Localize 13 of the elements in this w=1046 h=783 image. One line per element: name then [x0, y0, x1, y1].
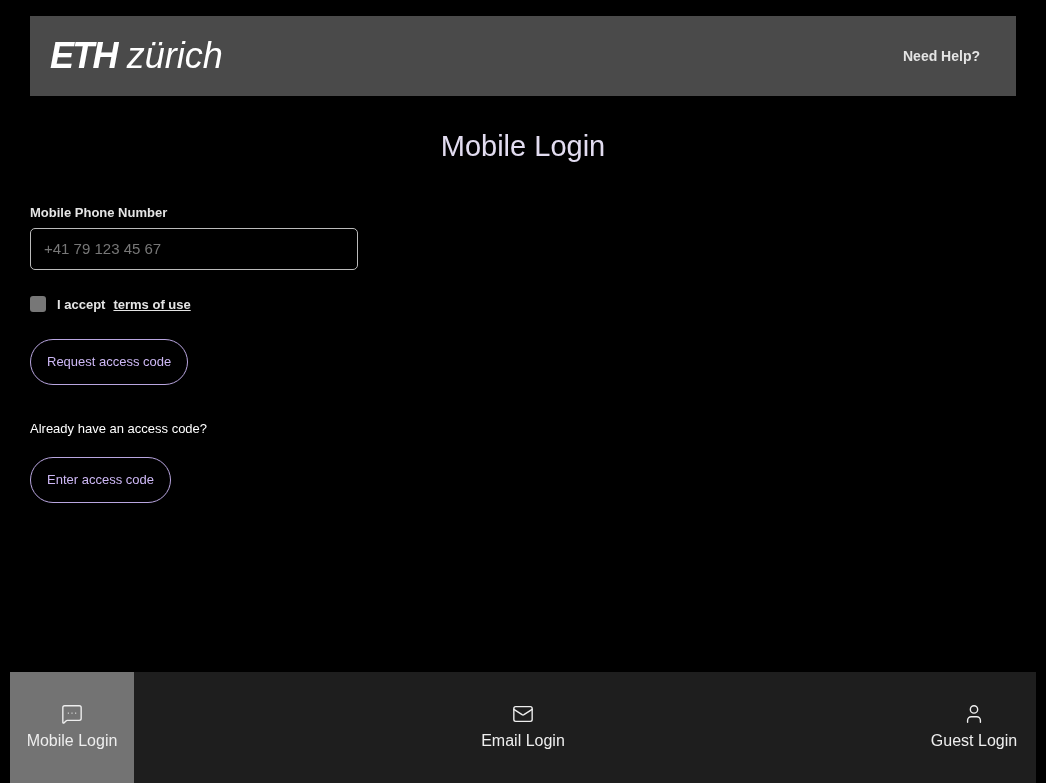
- need-help-link[interactable]: Need Help?: [903, 46, 980, 66]
- logo-wordmark: ETH zürich: [50, 38, 223, 74]
- terms-checkbox[interactable]: [30, 296, 46, 313]
- already-have-code-text: Already have an access code?: [30, 420, 208, 438]
- page-title: Mobile Login: [439, 132, 607, 161]
- nav-tab[interactable]: Mobile Login: [10, 672, 134, 783]
- phone-input-field[interactable]: +41 79 123 45 67: [30, 227, 358, 270]
- nav-tab[interactable]: Guest Login: [912, 672, 1036, 783]
- accept-label: I accept: [57, 295, 106, 314]
- nav-tab[interactable]: Email Login: [461, 672, 585, 783]
- field-label: Mobile Phone Number: [30, 204, 168, 222]
- terms-link[interactable]: terms of use: [113, 294, 191, 314]
- chat-bubble-icon: [61, 702, 83, 725]
